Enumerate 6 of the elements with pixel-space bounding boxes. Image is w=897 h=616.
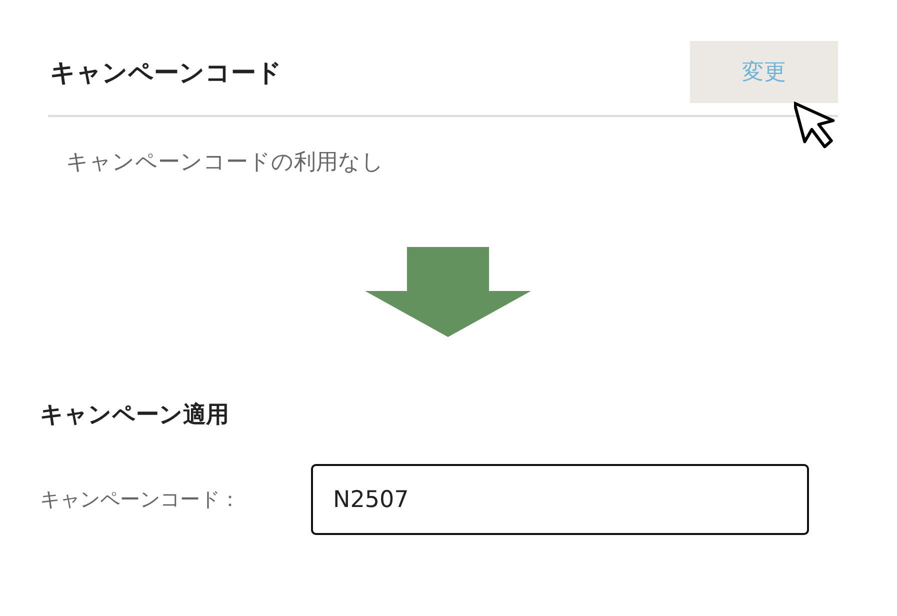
section-heading: キャンペーン適用 (40, 401, 230, 430)
status-text: キャンペーンコードの利用なし (65, 149, 385, 177)
code-input-field[interactable]: N2507 (311, 464, 809, 535)
section-heading: キャンペーンコード (49, 56, 282, 88)
field-label: キャンペーンコード： (40, 486, 241, 513)
down-arrow-icon (364, 247, 530, 337)
